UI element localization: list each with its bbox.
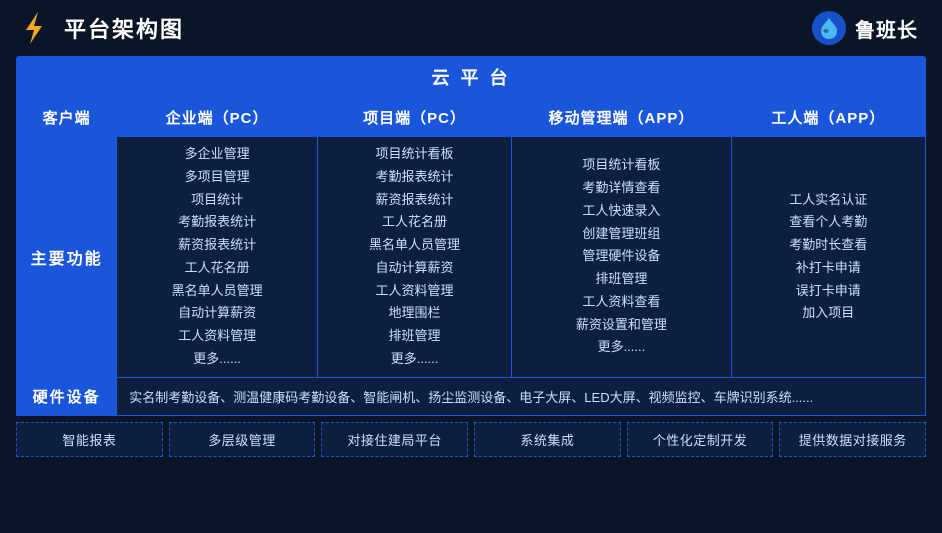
feature-item-1: 多层级管理 — [169, 422, 316, 457]
feature-item-5: 提供数据对接服务 — [779, 422, 926, 457]
column-header-row: 客户端 企业端（PC） 项目端（PC） 移动管理端（APP） 工人端（APP） — [17, 99, 926, 137]
brand-icon — [811, 10, 847, 46]
project-features: 项目统计看板 考勤报表统计 薪资报表统计 工人花名册 黑名单人员管理 自动计算薪… — [317, 137, 511, 378]
feature-item-0: 智能报表 — [16, 422, 163, 457]
worker-features: 工人实名认证 查看个人考勤 考勤时长查看 补打卡申请 误打卡申请 加入项目 — [731, 137, 925, 378]
enterprise-features-text: 多企业管理 多项目管理 项目统计 考勤报表统计 薪资报表统计 工人花名册 黑名单… — [121, 143, 313, 371]
header: 平台架构图 鲁班长 — [0, 0, 942, 56]
main-features-row: 主要功能 多企业管理 多项目管理 项目统计 考勤报表统计 薪资报表统计 工人花名… — [17, 137, 926, 378]
platform-table: 客户端 企业端（PC） 项目端（PC） 移动管理端（APP） 工人端（APP） … — [16, 98, 926, 416]
worker-features-text: 工人实名认证 查看个人考勤 考勤时长查看 补打卡申请 误打卡申请 加入项目 — [736, 189, 921, 326]
feature-item-2: 对接住建局平台 — [321, 422, 468, 457]
project-features-text: 项目统计看板 考勤报表统计 薪资报表统计 工人花名册 黑名单人员管理 自动计算薪… — [322, 143, 507, 371]
feature-item-3: 系统集成 — [474, 422, 621, 457]
cloud-platform-bar: 云 平 台 — [16, 56, 926, 98]
logo-icon — [16, 10, 52, 46]
main-content: 云 平 台 客户端 企业端（PC） 项目端（PC） 移动管理端（APP） 工人端… — [0, 56, 942, 465]
hardware-content: 实名制考勤设备、测温健康码考勤设备、智能闸机、扬尘监测设备、电子大屏、LED大屏… — [117, 377, 926, 415]
col-header-project: 项目端（PC） — [317, 99, 511, 137]
bottom-feature-row: 智能报表 多层级管理 对接住建局平台 系统集成 个性化定制开发 提供数据对接服务 — [16, 422, 926, 457]
brand-name: 鲁班长 — [855, 14, 918, 43]
main-function-label: 主要功能 — [17, 137, 117, 378]
col-header-worker: 工人端（APP） — [731, 99, 925, 137]
header-left: 平台架构图 — [16, 10, 184, 46]
mobile-features-text: 项目统计看板 考勤详情查看 工人快速录入 创建管理班组 管理硬件设备 排班管理 … — [516, 154, 726, 359]
hardware-label: 硬件设备 — [17, 377, 117, 415]
hardware-row: 硬件设备 实名制考勤设备、测温健康码考勤设备、智能闸机、扬尘监测设备、电子大屏、… — [17, 377, 926, 415]
col-header-enterprise: 企业端（PC） — [117, 99, 318, 137]
feature-item-4: 个性化定制开发 — [627, 422, 774, 457]
col-header-client: 客户端 — [17, 99, 117, 137]
page-title: 平台架构图 — [64, 12, 184, 44]
col-header-mobile: 移动管理端（APP） — [512, 99, 731, 137]
enterprise-features: 多企业管理 多项目管理 项目统计 考勤报表统计 薪资报表统计 工人花名册 黑名单… — [117, 137, 318, 378]
mobile-features: 项目统计看板 考勤详情查看 工人快速录入 创建管理班组 管理硬件设备 排班管理 … — [512, 137, 731, 378]
brand-logo: 鲁班长 — [811, 10, 918, 46]
